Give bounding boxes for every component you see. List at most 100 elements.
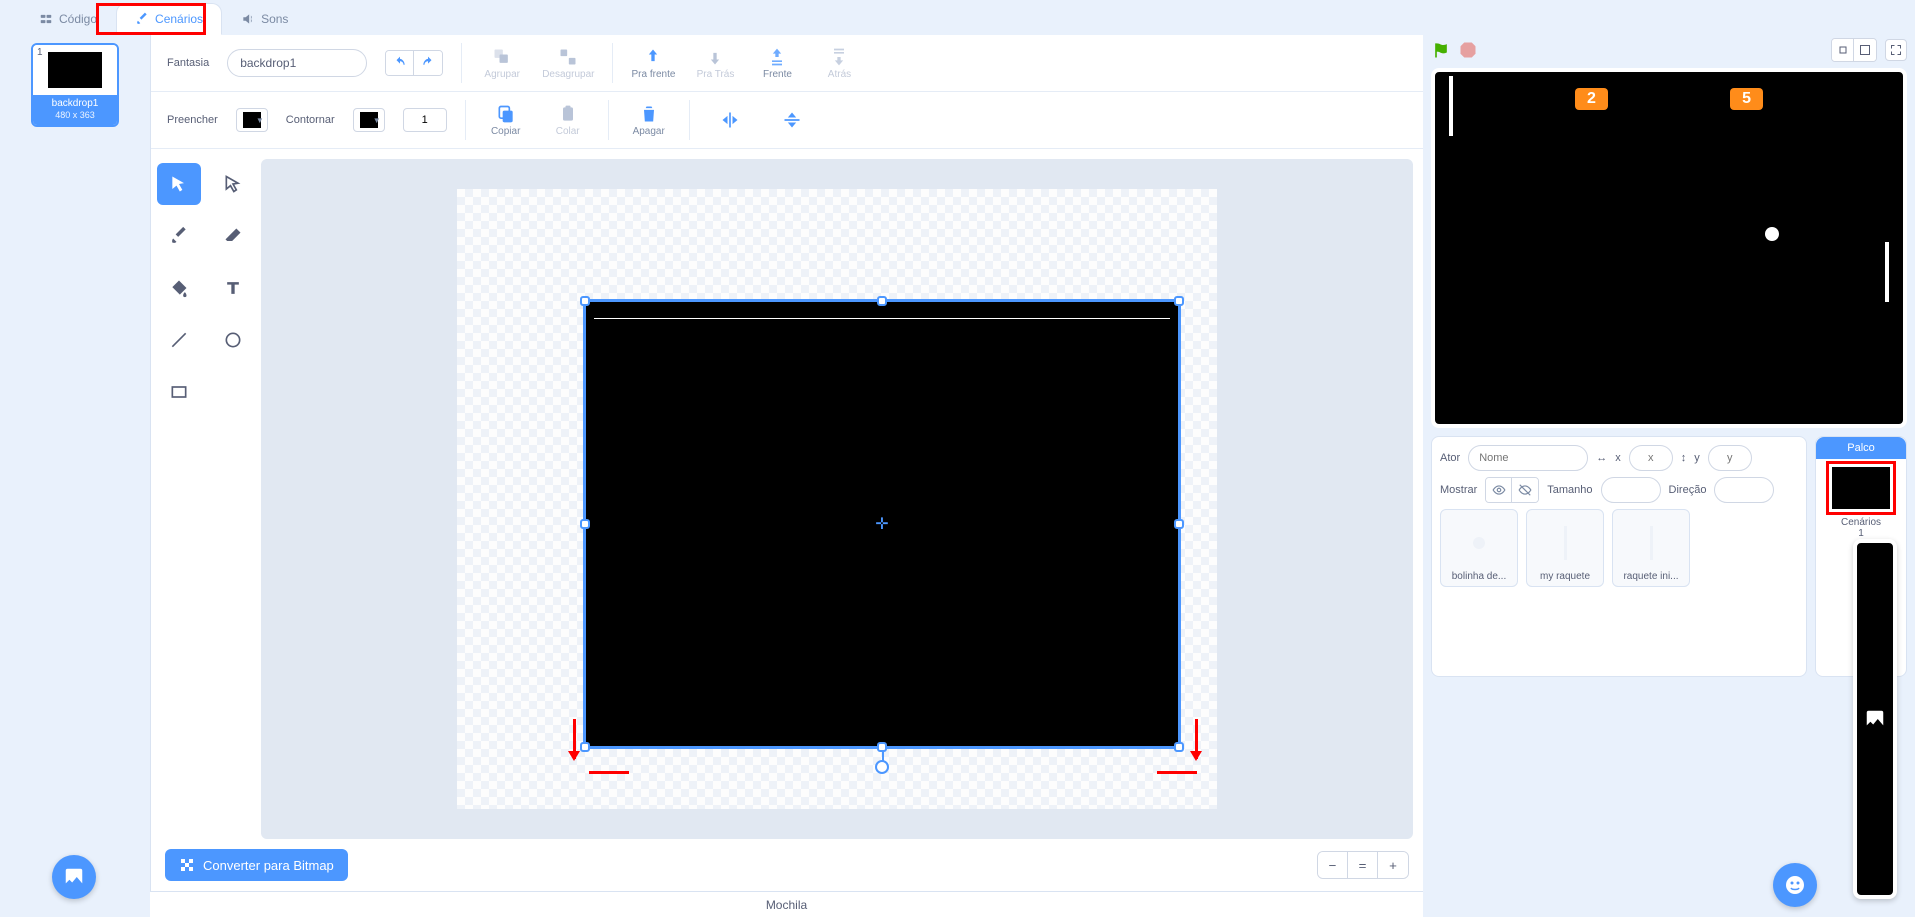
zoom-out-button[interactable]: − [1318, 852, 1348, 878]
undo-button[interactable] [386, 51, 414, 75]
front-button[interactable]: Frente [755, 47, 799, 80]
back-button[interactable]: Atrás [817, 47, 861, 80]
sprite-panel: Ator ↔ x ↕ y Mostrar Tamanho [1431, 436, 1807, 677]
direcao-label: Direção [1669, 484, 1707, 496]
convert-bitmap-button[interactable]: Converter para Bitmap [165, 849, 348, 881]
mostrar-label: Mostrar [1440, 484, 1477, 496]
y-icon: ↕ [1681, 452, 1687, 464]
tab-sounds[interactable]: Sons [222, 3, 307, 35]
add-sprite-button[interactable] [1773, 863, 1817, 907]
paste-button[interactable]: Colar [546, 104, 590, 137]
stage-cenarios-label: Cenários [1841, 517, 1881, 528]
sprite-size-input[interactable] [1601, 477, 1661, 503]
tool-reshape[interactable] [211, 163, 255, 205]
show-sprite-button[interactable] [1486, 478, 1512, 502]
tab-code[interactable]: Código [20, 3, 116, 35]
tool-fill[interactable] [157, 267, 201, 309]
tool-circle[interactable] [211, 319, 255, 361]
rotate-handle[interactable] [875, 760, 889, 774]
stage-thumbnail[interactable] [1830, 465, 1892, 511]
tool-rectangle[interactable] [157, 371, 201, 413]
flip-vertical-button[interactable] [770, 110, 814, 130]
tool-eraser[interactable] [211, 215, 255, 257]
sprite-y-input[interactable] [1708, 445, 1752, 471]
score-right: 5 [1730, 88, 1763, 110]
tab-costumes[interactable]: Cenários [116, 3, 222, 35]
paste-label: Colar [556, 126, 580, 137]
annotation-arrow-left [573, 719, 576, 759]
costume-name: backdrop1 [33, 98, 117, 110]
add-backdrop-button[interactable] [52, 855, 96, 899]
tool-text[interactable] [211, 267, 255, 309]
tab-sounds-label: Sons [261, 12, 288, 26]
tool-select[interactable] [157, 163, 201, 205]
costume-name-input[interactable] [227, 49, 367, 77]
sprite-direction-input[interactable] [1714, 477, 1774, 503]
stage-preview[interactable]: 2 5 [1431, 68, 1907, 428]
sprite-item-label: bolinha de... [1452, 571, 1507, 582]
green-flag-button[interactable] [1431, 40, 1451, 60]
sprite-name-input[interactable] [1468, 445, 1588, 471]
zoom-in-button[interactable]: + [1378, 852, 1408, 878]
tab-costumes-label: Cenários [155, 12, 203, 26]
flip-horizontal-button[interactable] [708, 110, 752, 130]
outline-color-picker[interactable]: ▼ [353, 108, 385, 132]
handle-mid-right[interactable] [1174, 519, 1184, 529]
outline-width-input[interactable] [403, 108, 447, 132]
delete-button[interactable]: Apagar [627, 104, 671, 137]
tab-code-label: Código [59, 12, 97, 26]
annotation-underline-right [1157, 771, 1197, 774]
sprite-x-input[interactable] [1629, 445, 1673, 471]
fullscreen-button[interactable] [1885, 39, 1907, 61]
handle-bottom-left[interactable] [580, 742, 590, 752]
annotation-underline-left [589, 771, 629, 774]
score-left: 2 [1575, 88, 1608, 110]
redo-button[interactable] [414, 51, 442, 75]
backpack-label: Mochila [766, 898, 807, 912]
sound-icon [241, 12, 255, 26]
center-cross-icon: ✛ [875, 514, 888, 534]
canvas[interactable]: ✛ [261, 159, 1413, 839]
annotation-arrow-right [1195, 719, 1198, 759]
group-button[interactable]: Agrupar [480, 47, 524, 80]
stage-title: Palco [1816, 437, 1906, 459]
tool-line[interactable] [157, 319, 201, 361]
costume-item-backdrop1[interactable]: 1 backdrop1 480 x 363 [31, 43, 119, 127]
sprite-item-raquete-ini[interactable]: raquete ini... [1612, 509, 1690, 587]
fill-color-picker[interactable]: ▼ [236, 108, 268, 132]
selection-rectangle[interactable]: ✛ [583, 299, 1181, 749]
front-label: Frente [763, 69, 792, 80]
forward-label: Pra frente [632, 69, 676, 80]
zoom-reset-button[interactable]: = [1348, 852, 1378, 878]
stage-large-button[interactable] [1854, 39, 1876, 61]
hide-sprite-button[interactable] [1512, 478, 1538, 502]
stop-button[interactable] [1459, 41, 1477, 59]
code-icon [39, 12, 53, 26]
outline-label: Contornar [286, 114, 335, 126]
stage-cenarios-count: 1 [1858, 528, 1864, 539]
handle-top-mid[interactable] [877, 296, 887, 306]
handle-bottom-right[interactable] [1174, 742, 1184, 752]
backward-button[interactable]: Pra Trás [693, 47, 737, 80]
ball [1765, 227, 1779, 241]
tool-brush[interactable] [157, 215, 201, 257]
sprite-item-bolinha[interactable]: bolinha de... [1440, 509, 1518, 587]
handle-mid-left[interactable] [580, 519, 590, 529]
y-label: y [1694, 452, 1700, 464]
forward-button[interactable]: Pra frente [631, 47, 675, 80]
handle-top-right[interactable] [1174, 296, 1184, 306]
add-stage-button[interactable] [1853, 539, 1897, 899]
backpack-bar[interactable]: Mochila [150, 891, 1423, 917]
costume-index: 1 [37, 47, 43, 58]
paint-tools [151, 149, 261, 839]
xy-icon: ↔ [1596, 452, 1607, 464]
handle-top-left[interactable] [580, 296, 590, 306]
copy-button[interactable]: Copiar [484, 104, 528, 137]
ungroup-button[interactable]: Desagrupar [542, 47, 594, 80]
brush-icon [135, 12, 149, 26]
sprite-item-my-raquete[interactable]: my raquete [1526, 509, 1604, 587]
stage-small-button[interactable] [1832, 39, 1854, 61]
right-paddle [1885, 242, 1889, 302]
left-paddle [1449, 76, 1453, 136]
costume-list: 1 backdrop1 480 x 363 [0, 35, 150, 917]
